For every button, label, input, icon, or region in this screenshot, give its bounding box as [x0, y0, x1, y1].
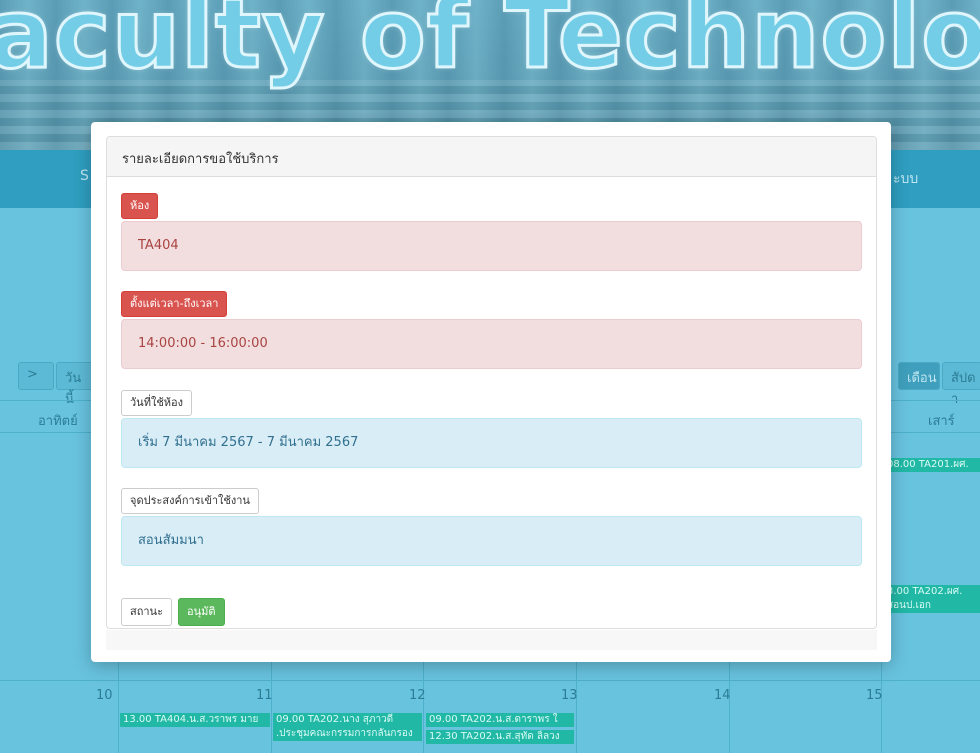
- banner-title: aculty of Technology: [0, 0, 980, 92]
- calendar-day-number: 15: [866, 688, 883, 703]
- date-label: วันที่ใช้ห้อง: [121, 390, 193, 416]
- calendar-day-number: 13: [561, 688, 578, 703]
- calendar-today-button[interactable]: วันนี้: [56, 362, 96, 407]
- purpose-label: จุดประสงค์การเข้าใช้งาน: [121, 488, 259, 514]
- calendar-divider: [0, 680, 980, 681]
- room-label: ห้อง: [121, 193, 159, 219]
- calendar-day-number: 11: [256, 688, 273, 703]
- status-approved-badge: อนุมัติ: [178, 598, 225, 626]
- status-label: สถานะ: [121, 598, 172, 626]
- time-range-value: 14:00:00 - 16:00:00: [121, 319, 862, 369]
- calendar-day-number: 12: [409, 688, 426, 703]
- calendar-week-view-button[interactable]: สัปดา: [942, 362, 980, 407]
- time-range-label: ตั้งแต่เวลา-ถึงเวลา: [121, 291, 228, 317]
- nav-item-left[interactable]: S: [80, 168, 89, 184]
- modal-footer: [106, 630, 877, 650]
- calendar-event[interactable]: 09.00 TA202.น.ส.ดาราพร ใ: [426, 713, 574, 727]
- purpose-value: สอนสัมมนา: [121, 516, 862, 566]
- calendar-day-number: 14: [714, 688, 731, 703]
- booking-detail-modal: รายละเอียดการขอใช้บริการ ห้อง TA404 ตั้ง…: [91, 122, 891, 662]
- calendar-month-view-button[interactable]: เดือน: [898, 362, 940, 390]
- booking-detail-panel: รายละเอียดการขอใช้บริการ ห้อง TA404 ตั้ง…: [106, 136, 877, 629]
- date-value: เริ่ม 7 มีนาคม 2567 - 7 มีนาคม 2567: [121, 418, 862, 468]
- nav-item-right[interactable]: ะบบ: [893, 168, 918, 190]
- panel-heading: รายละเอียดการขอใช้บริการ: [107, 137, 876, 177]
- calendar-event[interactable]: 13.00 TA404.น.ส.วราพร มาย: [120, 713, 270, 727]
- calendar-event[interactable]: สอนป.เอก: [884, 599, 980, 613]
- calendar-day-number: 10: [96, 688, 113, 703]
- calendar-next-button[interactable]: >: [18, 362, 54, 390]
- calendar-event[interactable]: 3.00 TA202.ผศ.: [884, 585, 980, 599]
- calendar-event[interactable]: 08.00 TA201.ผศ.: [884, 458, 980, 472]
- calendar-event[interactable]: .ประชุมคณะกรรมการกลั่นกรอง: [273, 727, 422, 741]
- room-value: TA404: [121, 221, 862, 271]
- day-header-saturday: เสาร์: [928, 414, 955, 429]
- calendar-event[interactable]: 09.00 TA202.นาง สุภาวดี: [273, 713, 422, 727]
- day-header-sunday: อาทิตย์: [38, 414, 78, 429]
- calendar-event[interactable]: 12.30 TA202.น.ส.สุทัด ลิ้ลวง: [426, 730, 574, 744]
